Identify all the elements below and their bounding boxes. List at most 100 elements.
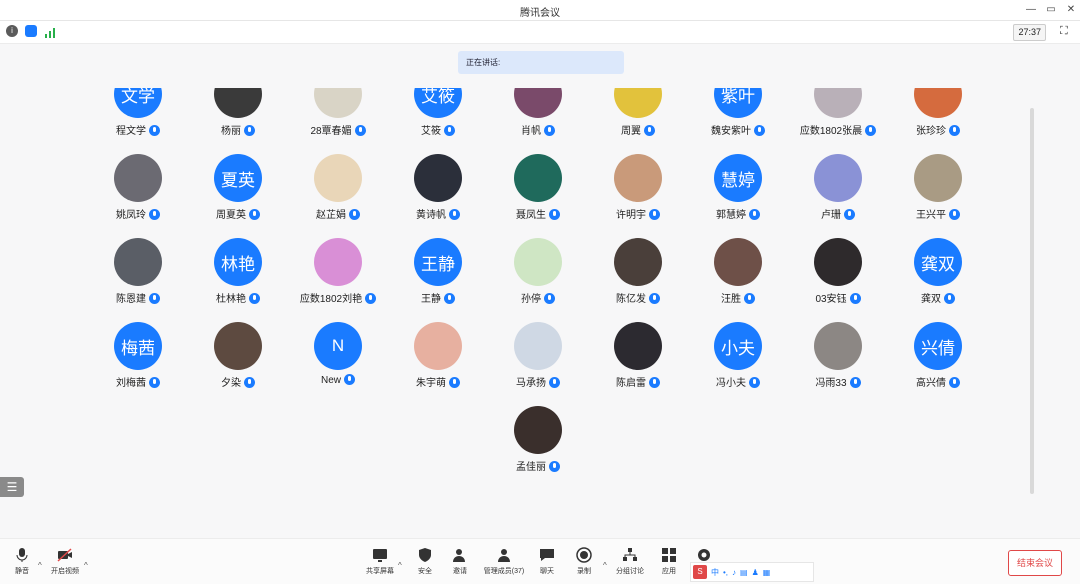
avatar [614,238,662,286]
participant-name: 聂凤生 [488,206,588,221]
avatar [514,322,562,370]
share-options-caret[interactable]: ^ [398,561,402,570]
share-label: 共享屏幕 [366,568,394,575]
participant-name: 陈亿发 [588,290,688,305]
participant-tile[interactable]: 林艳 杜林艳 [188,238,288,318]
input-method-bar[interactable]: S 中 •, ♪ ▤ ♟ ▦ [690,562,814,582]
punctuation-icon[interactable]: •, [723,568,728,577]
participant-name-text: 周翼 [621,126,641,137]
participant-tile[interactable]: 慧婷 郭慧婷 [688,154,788,234]
toolbox-icon[interactable]: ▦ [763,568,771,577]
participant-tile[interactable]: 陈启雷 [588,322,688,402]
record-button[interactable]: 录制 [572,547,596,576]
participant-tile[interactable]: 王静 王静 [388,238,488,318]
participant-tile[interactable]: N New [288,322,388,402]
chat-button[interactable]: 聊天 [535,547,559,576]
avatar [314,88,362,118]
participant-tile[interactable]: 文学 程文学 [88,88,188,150]
participant-tile[interactable]: 卢珊 [788,154,888,234]
participant-tile[interactable]: 周翼 [588,88,688,150]
record-options-caret[interactable]: ^ [603,561,607,570]
participant-tile[interactable]: 聂凤生 [488,154,588,234]
restore-icon[interactable]: ▭ [1042,2,1060,18]
ime-mode-label[interactable]: 中 [711,567,719,578]
info-icon[interactable]: i [6,25,18,37]
participant-tile[interactable]: 肖帆 [488,88,588,150]
shield-icon [419,548,431,562]
participant-tile[interactable]: 应数1802刘艳 [288,238,388,318]
participant-tile[interactable]: 艾筱 艾筱 [388,88,488,150]
video-options-caret[interactable]: ^ [84,561,88,570]
participant-tile[interactable]: 孟佳丽 [488,406,588,486]
participant-tile[interactable]: 马承扬 [488,322,588,402]
participant-tile[interactable]: 杨丽 [188,88,288,150]
signal-icon[interactable] [44,25,56,38]
mic-status-icon [444,125,455,136]
mic-status-icon [149,209,160,220]
participant-name-text: 张珍珍 [916,126,946,137]
participant-tile[interactable]: 许明宇 [588,154,688,234]
participant-tile[interactable]: 龚双 龚双 [888,238,988,318]
participant-name-text: 王兴平 [916,210,946,221]
shield-icon[interactable] [25,25,37,37]
participant-tile[interactable]: 03安钰 [788,238,888,318]
participant-name-text: 刘梅茜 [116,378,146,389]
participant-tile[interactable]: 赵芷娟 [288,154,388,234]
security-button[interactable]: 安全 [412,547,438,576]
participant-name-text: 卢珊 [821,210,841,221]
ime-mic-icon[interactable]: ♪ [732,568,736,577]
participant-name: 姚凤玲 [88,206,188,221]
minimize-icon[interactable]: — [1022,2,1040,18]
mic-status-icon [754,125,765,136]
mute-button[interactable]: 静音 [10,547,34,576]
avatar [614,88,662,118]
participant-tile[interactable]: 28覃春媚 [288,88,388,150]
scrollbar[interactable] [1030,108,1034,494]
participant-tile[interactable]: 陈恩建 [88,238,188,318]
participant-name-text: 肖帆 [521,126,541,137]
invite-button[interactable]: 邀请 [447,547,473,576]
participant-tile[interactable]: 张珍珍 [888,88,988,150]
mic-status-icon [649,293,660,304]
participant-tile[interactable]: 姚凤玲 [88,154,188,234]
record-icon [576,547,592,563]
participant-name: 孙停 [488,290,588,305]
participant-name-text: 朱宇萌 [416,378,446,389]
participant-tile[interactable]: 梅茜 刘梅茜 [88,322,188,402]
breakout-button[interactable]: 分组讨论 [614,547,646,576]
participant-tile[interactable]: 紫叶 魏安紫叶 [688,88,788,150]
participant-tile[interactable]: 小夫 冯小夫 [688,322,788,402]
participant-tile[interactable]: 陈亿发 [588,238,688,318]
skin-icon[interactable]: ♟ [752,568,759,577]
video-button[interactable]: 开启视频 [48,547,82,576]
participant-tile[interactable]: 黄诗帆 [388,154,488,234]
participant-tile[interactable]: 兴倩 高兴倩 [888,322,988,402]
participant-tile[interactable]: 冯雨33 [788,322,888,402]
participant-tile[interactable]: 孙停 [488,238,588,318]
fullscreen-icon[interactable]: ⛶ [1060,25,1072,37]
participant-tile[interactable]: 夕染 [188,322,288,402]
manage-members-button[interactable]: 管理成员(37) [480,547,528,576]
participant-tile[interactable]: 夏英 周夏英 [188,154,288,234]
participant-name: 孟佳丽 [488,458,588,473]
end-meeting-button[interactable]: 结束会议 [1008,550,1062,576]
participant-tile[interactable]: 汪胜 [688,238,788,318]
mic-status-icon [444,293,455,304]
avatar: 慧婷 [714,154,762,202]
close-icon[interactable]: ✕ [1062,2,1080,18]
mic-status-icon [744,293,755,304]
share-screen-button[interactable]: 共享屏幕 [364,547,396,576]
avatar [814,322,862,370]
participant-list-toggle[interactable]: ☰ [0,477,24,497]
participant-name: 汪胜 [688,290,788,305]
apps-button[interactable]: 应用 [658,547,680,576]
keyboard-icon[interactable]: ▤ [740,568,748,577]
participant-tile[interactable]: 应数1802张晨 [788,88,888,150]
mute-options-caret[interactable]: ^ [38,561,42,570]
mic-status-icon [949,377,960,388]
participant-tile[interactable]: 朱宇萌 [388,322,488,402]
participant-name-text: 周夏英 [216,210,246,221]
participant-name: 周翼 [588,122,688,137]
participant-tile[interactable]: 王兴平 [888,154,988,234]
mic-status-icon [849,293,861,304]
